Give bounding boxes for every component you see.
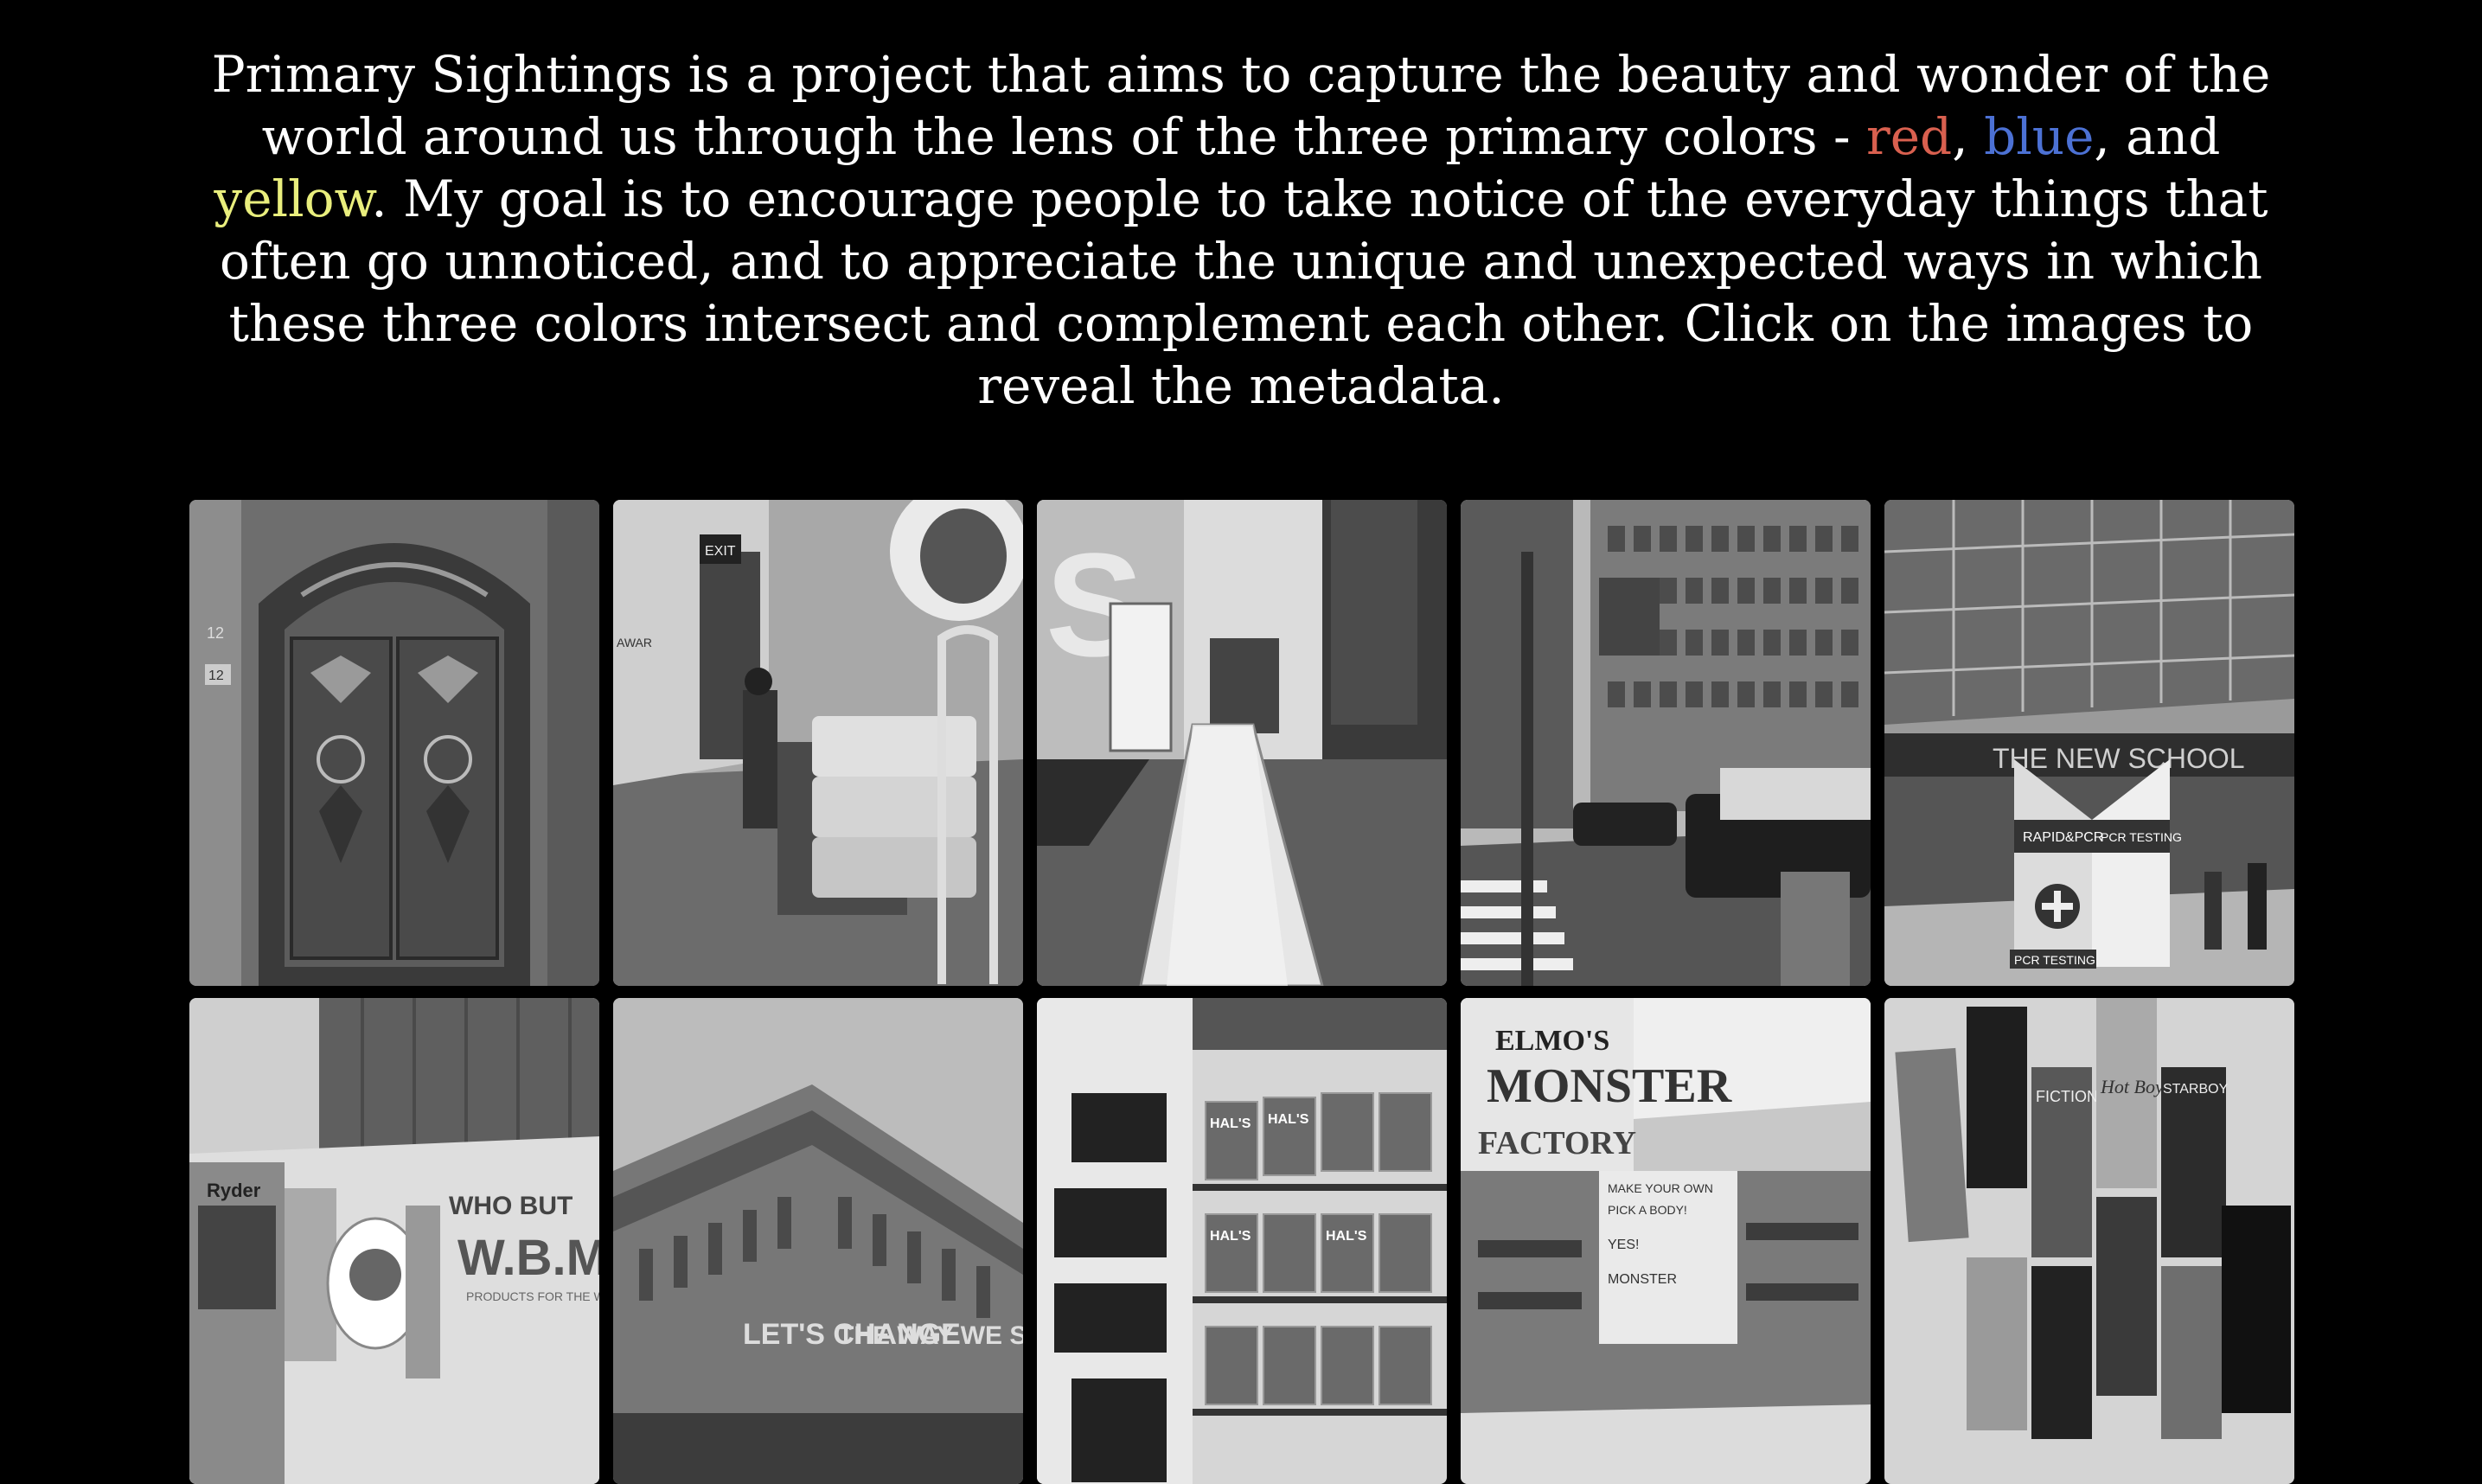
toy-store-sign-text-3: FACTORY bbox=[1478, 1125, 1636, 1161]
truck-company-text: W.B.MAS bbox=[457, 1230, 599, 1286]
truck-tagline-text: PRODUCTS FOR THE WO bbox=[466, 1289, 599, 1303]
photo-poster-wall-image: FICTION Hot Boy STARBOY bbox=[1884, 998, 2294, 1484]
poster-title-text-1: FICTION bbox=[2036, 1088, 2098, 1105]
photo-hallway-cart[interactable]: EXIT AWAR bbox=[613, 500, 1023, 986]
photo-chips-shelf-image: HAL'S HAL'S HAL'S HAL'S bbox=[1037, 998, 1447, 1484]
photo-hallway-cart-image: EXIT AWAR bbox=[613, 500, 1023, 986]
photo-ryder-truck-image: Ryder WHO BUT W.B.MAS PRODUCTS FOR THE W… bbox=[189, 998, 599, 1484]
truck-slogan-text: WHO BUT bbox=[449, 1192, 573, 1220]
house-number-text: 12 bbox=[208, 668, 224, 683]
chips-brand-text-1: HAL'S bbox=[1210, 1116, 1251, 1131]
photo-lobby-sign[interactable]: S bbox=[1037, 500, 1447, 986]
testing-booth-side-text: PCR TESTING bbox=[2101, 830, 2182, 844]
poster-title-text-3: Hot Boy bbox=[2100, 1076, 2164, 1097]
color-word-red: red bbox=[1866, 107, 1953, 166]
photo-street-intersection[interactable] bbox=[1461, 500, 1871, 986]
photo-ryder-truck[interactable]: Ryder WHO BUT W.B.MAS PRODUCTS FOR THE W… bbox=[189, 998, 599, 1484]
photo-ornate-door[interactable]: 12 12 bbox=[189, 500, 599, 986]
photo-new-school-building[interactable]: THE NEW SCHOOL RAPID&PCR PCR TESTING PCR… bbox=[1884, 500, 2294, 986]
color-word-blue: blue bbox=[1984, 107, 2095, 166]
photo-department-store[interactable]: LET'S CHANGE THE WAY WE SHOP bbox=[613, 998, 1023, 1484]
photo-department-store-image: LET'S CHANGE THE WAY WE SHOP bbox=[613, 998, 1023, 1484]
photo-lobby-sign-image: S bbox=[1037, 500, 1447, 986]
truck-brand-text: Ryder bbox=[207, 1180, 261, 1201]
toy-store-sign-text-2: MONSTER bbox=[1487, 1059, 1732, 1113]
intro-separator-1: , bbox=[1952, 107, 1985, 166]
photo-street-intersection-image bbox=[1461, 500, 1871, 986]
color-word-yellow: yellow bbox=[214, 170, 372, 228]
photo-toy-store[interactable]: ELMO'S MONSTER FACTORY MAKE YOUR OWN PIC… bbox=[1461, 998, 1871, 1484]
intro-paragraph: Primary Sightings is a project that aims… bbox=[173, 43, 2309, 417]
store-banner-right-text: THE WAY WE SHOP bbox=[838, 1321, 1023, 1350]
testing-booth-bottom-text: PCR TESTING bbox=[2014, 953, 2095, 967]
testing-booth-text: RAPID&PCR bbox=[2023, 830, 2103, 845]
toy-store-board-text-2: PICK A BODY! bbox=[1608, 1203, 1687, 1217]
photo-ornate-door-image: 12 12 bbox=[189, 500, 599, 986]
toy-store-board-text-3: YES! bbox=[1608, 1238, 1639, 1252]
intro-text-end: . My goal is to encourage people to take… bbox=[220, 170, 2268, 415]
toy-store-board-text-1: MAKE YOUR OWN bbox=[1608, 1181, 1713, 1195]
chips-brand-text-3: HAL'S bbox=[1210, 1229, 1251, 1244]
poster-title-text-2: STARBOY bbox=[2163, 1082, 2229, 1097]
toy-store-board-text-4: MONSTER bbox=[1608, 1272, 1677, 1287]
photo-new-school-building-image: THE NEW SCHOOL RAPID&PCR PCR TESTING PCR… bbox=[1884, 500, 2294, 986]
chips-brand-text-4: HAL'S bbox=[1326, 1229, 1367, 1244]
house-number-upper-text: 12 bbox=[207, 624, 224, 642]
photo-toy-store-image: ELMO'S MONSTER FACTORY MAKE YOUR OWN PIC… bbox=[1461, 998, 1871, 1484]
toy-store-sign-text-1: ELMO'S bbox=[1495, 1025, 1609, 1057]
hallway-sign-text: AWAR bbox=[617, 636, 652, 649]
chips-brand-text-2: HAL'S bbox=[1268, 1112, 1309, 1127]
photo-poster-wall[interactable]: FICTION Hot Boy STARBOY bbox=[1884, 998, 2294, 1484]
photo-chips-shelf[interactable]: HAL'S HAL'S HAL'S HAL'S bbox=[1037, 998, 1447, 1484]
photo-grid: 12 12 EXIT AWAR S THE NEW SCHOOL RAPID&P… bbox=[189, 500, 2294, 1484]
school-name-text: THE NEW SCHOOL bbox=[1993, 743, 2245, 774]
intro-separator-2: , and bbox=[2094, 107, 2221, 166]
exit-sign-text: EXIT bbox=[705, 544, 736, 559]
